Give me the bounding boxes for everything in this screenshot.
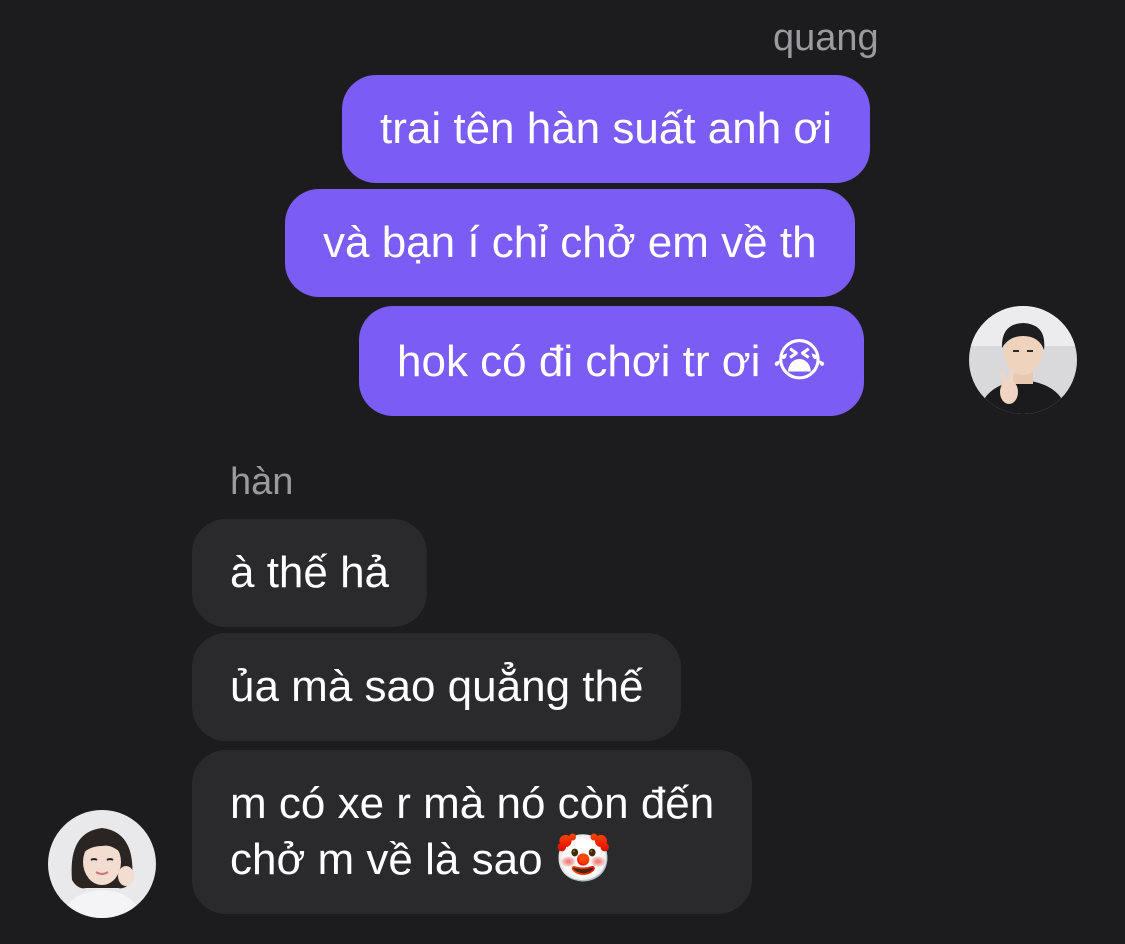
message-text-line: chở m về là sao: [230, 835, 543, 884]
avatar-quang-icon: [969, 306, 1077, 414]
clown-face-emoji-icon: 🤡: [554, 831, 613, 885]
message-text-line: m có xe r mà nó còn đến: [230, 779, 715, 828]
message-text: ủa mà sao quẳng thế: [230, 662, 644, 711]
avatar-han-icon: [48, 810, 156, 918]
crying-face-emoji-icon: 😭: [772, 333, 827, 387]
sender-name-quang: quang: [773, 17, 879, 59]
message-text: à thế hả: [230, 548, 390, 597]
message-bubble-incoming[interactable]: à thế hả: [192, 519, 428, 627]
message-bubble-outgoing[interactable]: và bạn í chỉ chở em về th: [285, 189, 855, 297]
message-bubble-incoming[interactable]: m có xe r mà nó còn đến chở m về là sao …: [192, 750, 753, 914]
sender-name-han: hàn: [230, 461, 294, 503]
message-bubble-incoming[interactable]: ủa mà sao quẳng thế: [192, 633, 682, 741]
message-text: trai tên hàn suất anh ơi: [380, 104, 833, 153]
message-text: và bạn í chỉ chở em về th: [323, 218, 817, 267]
message-text: hok có đi chơi tr ơi: [397, 337, 761, 386]
avatar-quang[interactable]: [969, 306, 1077, 414]
message-bubble-outgoing[interactable]: trai tên hàn suất anh ơi: [342, 75, 871, 183]
avatar-han[interactable]: [48, 810, 156, 918]
message-bubble-outgoing[interactable]: hok có đi chơi tr ơi 😭: [359, 306, 865, 416]
